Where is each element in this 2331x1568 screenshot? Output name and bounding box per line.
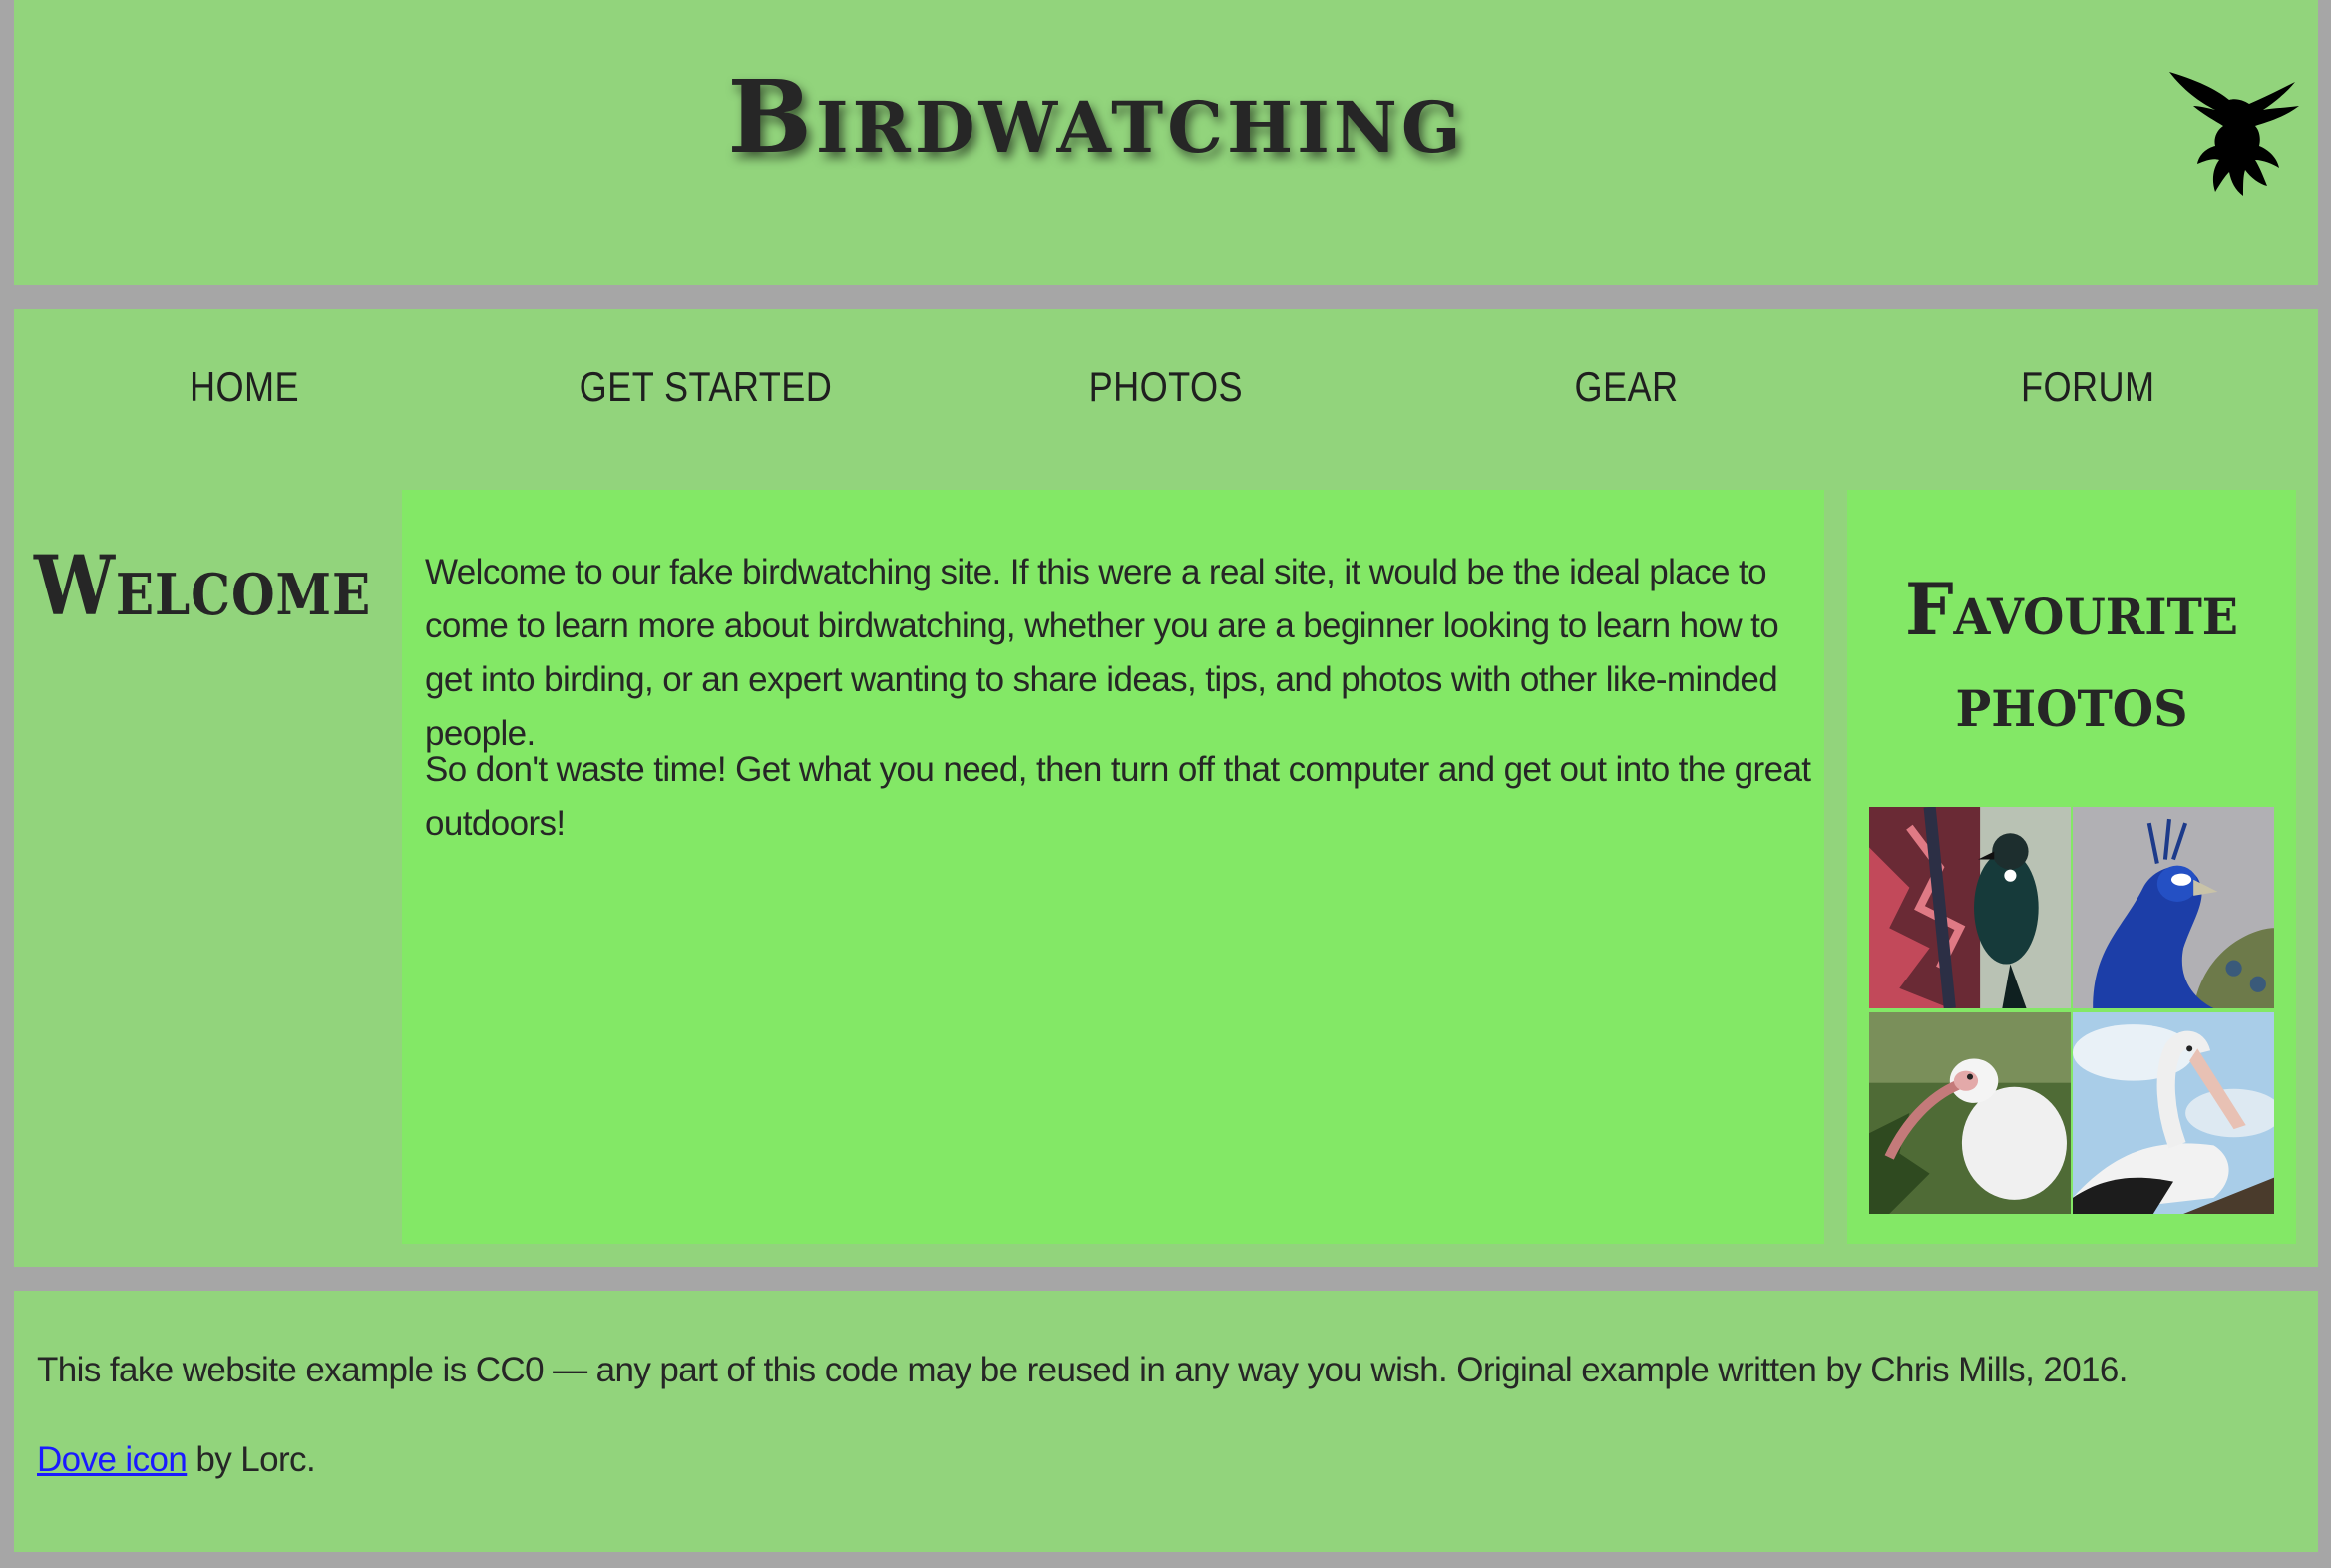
license-text: This fake website example is CC0 — any p… (37, 1351, 2129, 1389)
main-nav: HOME GET STARTED PHOTOS GEAR FORUM (14, 363, 2318, 411)
nav-item-gear: GEAR (1396, 363, 1857, 411)
main-article: Welcome to our fake birdwatching site. I… (402, 490, 1824, 1244)
intro-paragraph: Welcome to our fake birdwatching site. I… (425, 553, 1779, 753)
nav-item-photos: PHOTOS (936, 363, 1396, 411)
favourites-heading: Favourite photos (1904, 567, 2239, 743)
photo-gallery (1869, 807, 2274, 1216)
nav-link-get-started[interactable]: GET STARTED (579, 363, 832, 411)
welcome-heading: Welcome (34, 539, 372, 634)
nav-link-photos[interactable]: PHOTOS (1089, 363, 1243, 411)
nav-item-forum: FORUM (1857, 363, 2318, 411)
site-header: Birdwatching (14, 0, 2318, 285)
site-footer: This fake website example is CC0 — any p… (14, 1291, 2318, 1552)
outdoors-paragraph: So don't waste time! Get what you need, … (425, 750, 1811, 843)
dove-icon (2169, 72, 2299, 196)
nav-item-get-started: GET STARTED (475, 363, 936, 411)
nav-link-forum[interactable]: FORUM (2021, 363, 2155, 411)
credit-suffix: by Lorc. (187, 1440, 316, 1479)
site-title: Birdwatching (727, 58, 1465, 176)
nav-link-home[interactable]: HOME (190, 363, 299, 411)
favourites-sidebar: Favourite photos (1847, 490, 2296, 1244)
nav-item-home: HOME (14, 363, 475, 411)
tui-photo[interactable] (1869, 807, 2071, 1008)
pelican-photo[interactable] (2073, 1012, 2274, 1214)
dove-icon-link[interactable]: Dove icon (37, 1440, 188, 1479)
main-panel: HOME GET STARTED PHOTOS GEAR FORUM Welco… (14, 309, 2318, 1267)
ibis-photo[interactable] (1869, 1012, 2071, 1214)
nav-link-gear[interactable]: GEAR (1575, 363, 1679, 411)
peacock-photo[interactable] (2073, 807, 2274, 1008)
credit-text: Dove icon by Lorc. (37, 1440, 316, 1480)
